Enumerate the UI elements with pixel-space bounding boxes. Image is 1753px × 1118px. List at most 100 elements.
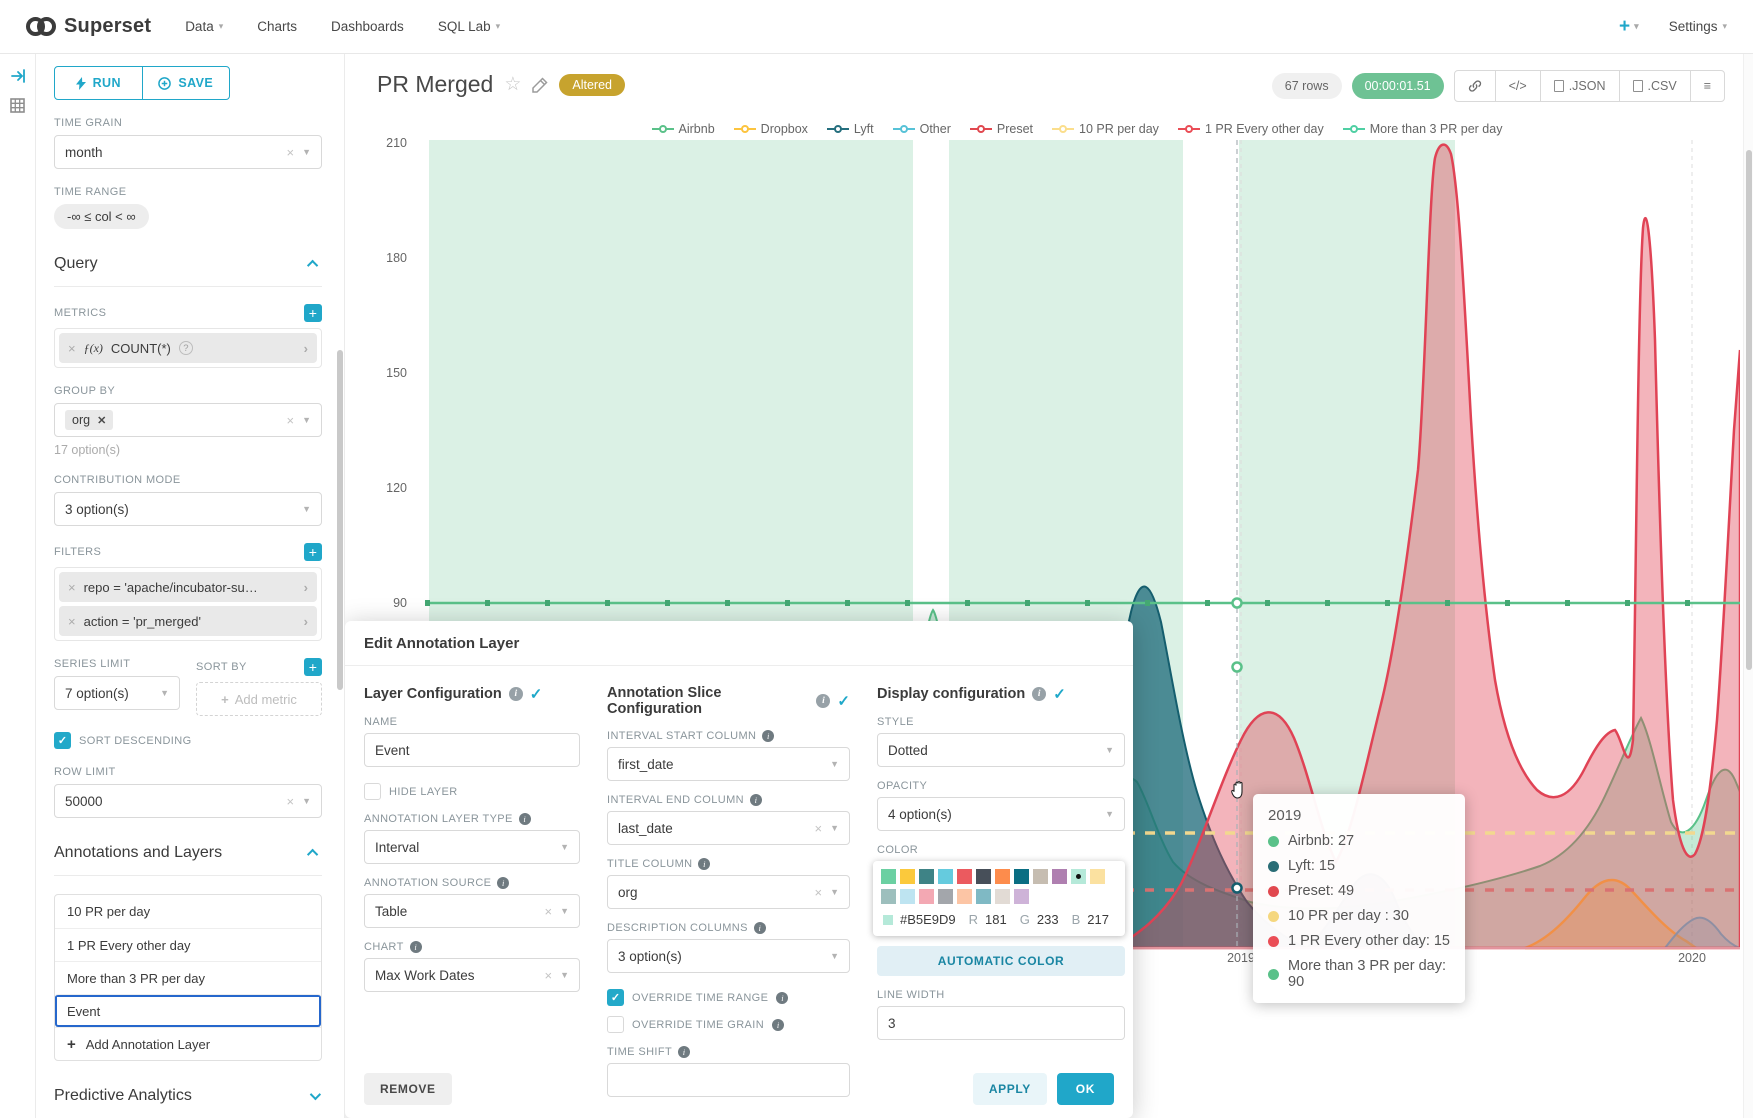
series-limit-select[interactable]: 7 option(s) ▼ (54, 676, 180, 710)
time-range-pill[interactable]: -∞ ≤ col < ∞ (54, 204, 149, 229)
nav-data[interactable]: Data▾ (185, 19, 223, 34)
color-swatch[interactable] (957, 889, 972, 904)
color-swatch[interactable] (938, 889, 953, 904)
scrollbar-thumb[interactable] (1746, 150, 1752, 670)
hide-layer-row[interactable]: HIDE LAYER (364, 783, 580, 800)
chevron-right-icon[interactable]: › (304, 580, 308, 595)
chevron-right-icon[interactable]: › (304, 614, 308, 629)
metric-pill[interactable]: × ƒ(x) COUNT(*) ? › (59, 333, 317, 363)
group-by-select[interactable]: org✕ ×▼ (54, 403, 322, 437)
color-swatch[interactable] (919, 869, 934, 884)
info-icon[interactable]: i (678, 1046, 690, 1058)
style-select[interactable]: Dotted ▼ (877, 733, 1125, 767)
sort-by-add-metric[interactable]: +Add metric (196, 682, 322, 716)
color-swatch[interactable] (900, 889, 915, 904)
nav-dashboards[interactable]: Dashboards (331, 19, 404, 34)
color-swatch-selected[interactable] (1071, 869, 1086, 884)
info-icon[interactable]: i (816, 694, 830, 708)
favorite-star-icon[interactable]: ☆ (504, 73, 521, 96)
color-swatch[interactable] (1090, 869, 1105, 884)
info-icon[interactable]: i (410, 941, 422, 953)
clear-icon[interactable]: × (286, 146, 294, 159)
color-swatch[interactable] (995, 869, 1010, 884)
line-width-input[interactable]: 3 (877, 1006, 1125, 1040)
remove-icon[interactable]: × (68, 614, 76, 629)
clear-icon[interactable]: × (814, 886, 822, 899)
override-time-grain-row[interactable]: OVERRIDE TIME GRAIN i (607, 1016, 850, 1033)
edit-pencil-icon[interactable] (532, 77, 548, 93)
color-swatch[interactable] (976, 869, 991, 884)
color-swatch[interactable] (900, 869, 915, 884)
info-icon[interactable]: i (698, 858, 710, 870)
add-sort-metric-button[interactable]: + (304, 658, 322, 676)
superset-logo[interactable]: Superset (26, 15, 151, 38)
annotation-source-select[interactable]: Table ×▼ (364, 894, 580, 928)
run-button[interactable]: RUN (55, 67, 142, 99)
add-filter-button[interactable]: + (304, 543, 322, 561)
remove-icon[interactable]: × (68, 341, 76, 356)
description-columns-select[interactable]: 3 option(s) ▼ (607, 939, 850, 973)
color-swatch[interactable] (1014, 889, 1029, 904)
clear-icon[interactable]: × (544, 905, 552, 918)
clear-icon[interactable]: × (814, 822, 822, 835)
chevron-right-icon[interactable]: › (304, 341, 308, 356)
override-time-range-row[interactable]: ✓ OVERRIDE TIME RANGE i (607, 989, 850, 1006)
color-swatch[interactable] (976, 889, 991, 904)
apply-button[interactable]: APPLY (973, 1073, 1047, 1105)
info-icon[interactable]: i (754, 922, 766, 934)
nav-sqllab[interactable]: SQL Lab▾ (438, 19, 500, 34)
name-input[interactable]: Event (364, 733, 580, 767)
legend-item[interactable]: Other (893, 122, 951, 136)
color-swatch[interactable] (881, 869, 896, 884)
color-swatch[interactable] (881, 889, 896, 904)
export-json-button[interactable]: .JSON (1540, 71, 1619, 101)
annotation-layer-item[interactable]: 10 PR per day (55, 895, 321, 928)
copy-link-button[interactable] (1455, 71, 1495, 101)
color-swatch[interactable] (995, 889, 1010, 904)
datasource-grid-icon[interactable] (0, 98, 35, 113)
color-swatch[interactable] (919, 889, 934, 904)
nav-charts[interactable]: Charts (257, 19, 297, 34)
checkbox-checked-icon[interactable]: ✓ (607, 989, 624, 1006)
contribution-mode-select[interactable]: 3 option(s) ▼ (54, 492, 322, 526)
annotation-layer-item[interactable]: More than 3 PR per day (55, 961, 321, 994)
remove-tag-icon[interactable]: ✕ (97, 414, 106, 427)
automatic-color-button[interactable]: AUTOMATIC COLOR (877, 946, 1125, 976)
info-icon[interactable]: i (1032, 687, 1046, 701)
legend-item[interactable]: Airbnb (652, 122, 715, 136)
info-icon[interactable]: i (762, 730, 774, 742)
altered-badge[interactable]: Altered (559, 74, 625, 96)
color-swatch[interactable] (1033, 869, 1048, 884)
info-icon[interactable]: i (509, 687, 523, 701)
checkbox-checked-icon[interactable]: ✓ (54, 732, 71, 749)
add-annotation-layer-button[interactable]: +Add Annotation Layer (55, 1027, 321, 1060)
row-limit-select[interactable]: 50000 ×▼ (54, 784, 322, 818)
info-icon[interactable]: i (772, 1019, 784, 1031)
filter-pill[interactable]: × action = 'pr_merged' › (59, 606, 317, 636)
time-grain-select[interactable]: month ×▼ (54, 135, 322, 169)
window-scrollbar[interactable] (1743, 54, 1753, 1118)
legend-item[interactable]: 1 PR Every other day (1178, 122, 1324, 136)
remove-button[interactable]: REMOVE (364, 1073, 452, 1105)
color-swatch[interactable] (1014, 869, 1029, 884)
annotations-section-header[interactable]: Annotations and Layers (54, 844, 322, 876)
add-metric-button[interactable]: + (304, 304, 322, 322)
color-swatch[interactable] (957, 869, 972, 884)
panel-scrollbar[interactable] (337, 350, 343, 690)
interval-end-select[interactable]: last_date ×▼ (607, 811, 850, 845)
legend-item[interactable]: Preset (970, 122, 1033, 136)
embed-code-button[interactable]: </> (1495, 71, 1540, 101)
settings-menu[interactable]: Settings▾ (1669, 19, 1727, 34)
sort-descending-row[interactable]: ✓ SORT DESCENDING (54, 732, 322, 749)
chart-select[interactable]: Max Work Dates ×▼ (364, 958, 580, 992)
interval-start-select[interactable]: first_date ▼ (607, 747, 850, 781)
legend-item[interactable]: 10 PR per day (1052, 122, 1159, 136)
info-icon[interactable]: i (776, 992, 788, 1004)
ok-button[interactable]: OK (1057, 1073, 1114, 1105)
remove-icon[interactable]: × (68, 580, 76, 595)
legend-item[interactable]: More than 3 PR per day (1343, 122, 1503, 136)
chart-menu-button[interactable]: ≡ (1690, 71, 1724, 101)
color-swatch[interactable] (938, 869, 953, 884)
annotation-layer-item-selected[interactable]: Event (55, 994, 321, 1027)
clear-icon[interactable]: × (544, 969, 552, 982)
